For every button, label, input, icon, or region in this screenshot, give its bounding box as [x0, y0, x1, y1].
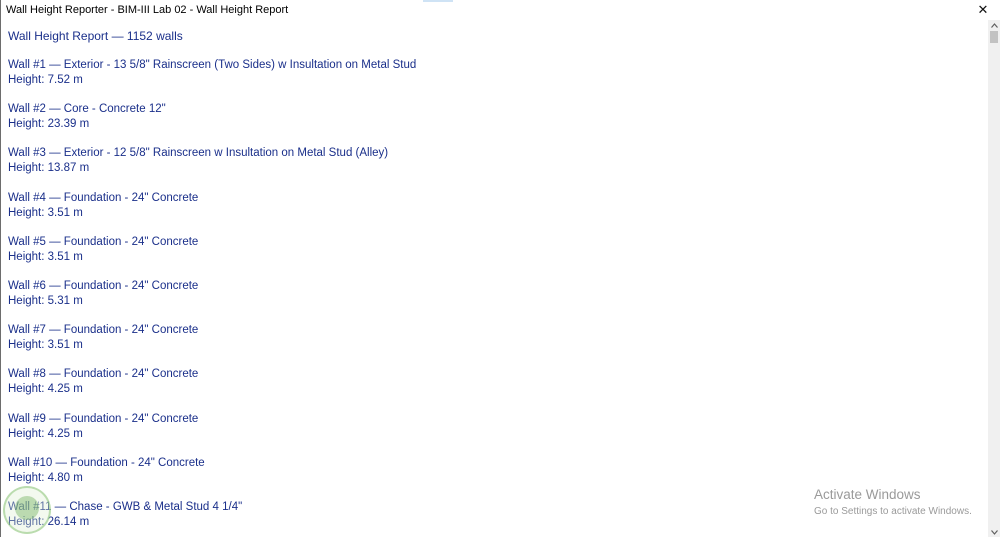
title-bar[interactable]: Wall Height Reporter - BIM-III Lab 02 - … — [1, 0, 1000, 20]
wall-height: Height: 4.25 m — [8, 383, 83, 396]
close-button[interactable]: ✕ — [966, 0, 1000, 20]
app-logo-icon — [3, 486, 51, 534]
window-title: Wall Height Reporter - BIM-III Lab 02 - … — [6, 4, 289, 16]
wall-title: Wall #4 — Foundation - 24" Concrete — [8, 191, 199, 204]
wall-height: Height: 13.87 m — [8, 162, 90, 175]
list-item: Wall #7 — Foundation - 24" Concrete Heig… — [8, 323, 416, 367]
activation-subtitle: Go to Settings to activate Windows. — [814, 506, 972, 517]
vertical-scrollbar[interactable] — [988, 20, 1000, 537]
activation-watermark: Activate Windows Go to Settings to activ… — [814, 487, 972, 519]
wall-height: Height: 3.51 m — [8, 206, 83, 219]
list-item: Wall #8 — Foundation - 24" Concrete Heig… — [8, 367, 416, 411]
chevron-down-icon — [990, 529, 998, 535]
chevron-up-icon — [990, 22, 998, 28]
title-bar-highlight — [423, 0, 453, 2]
list-item: Wall #2 — Core - Concrete 12" Height: 23… — [8, 102, 416, 146]
list-item: Wall #6 — Foundation - 24" Concrete Heig… — [8, 279, 416, 323]
wall-height: Height: 3.51 m — [8, 250, 83, 263]
app-logo-mark — [15, 496, 39, 520]
report-window: Wall Height Reporter - BIM-III Lab 02 - … — [0, 0, 1000, 537]
wall-height: Height: 3.51 m — [8, 339, 83, 352]
list-item: Wall #5 — Foundation - 24" Concrete Heig… — [8, 235, 416, 279]
wall-height: Height: 23.39 m — [8, 118, 90, 131]
list-item: Wall #9 — Foundation - 24" Concrete Heig… — [8, 412, 416, 456]
scroll-up-button[interactable] — [988, 20, 1000, 30]
list-item: Wall #11 — Chase - GWB & Metal Stud 4 1/… — [8, 500, 416, 537]
wall-height: Height: 4.80 m — [8, 471, 83, 484]
wall-title: Wall #11 — Chase - GWB & Metal Stud 4 1/… — [8, 500, 243, 513]
wall-title: Wall #10 — Foundation - 24" Concrete — [8, 456, 205, 469]
list-item: Wall #4 — Foundation - 24" Concrete Heig… — [8, 191, 416, 235]
wall-title: Wall #7 — Foundation - 24" Concrete — [8, 324, 199, 337]
wall-height: Height: 4.25 m — [8, 427, 83, 440]
scroll-thumb[interactable] — [990, 31, 998, 43]
close-icon: ✕ — [977, 2, 989, 17]
wall-title: Wall #1 — Exterior - 13 5/8" Rainscreen … — [8, 59, 417, 71]
activation-title: Activate Windows — [814, 487, 921, 502]
wall-list: Wall #1 — Exterior - 13 5/8" Rainscreen … — [8, 58, 416, 537]
list-item: Wall #1 — Exterior - 13 5/8" Rainscreen … — [8, 58, 416, 102]
report-header: Wall Height Report — 1152 walls — [8, 29, 183, 43]
wall-height: Height: 26.14 m — [8, 515, 90, 528]
list-item: Wall #10 — Foundation - 24" Concrete Hei… — [8, 456, 416, 500]
wall-height: Height: 7.52 m — [8, 74, 83, 86]
wall-title: Wall #3 — Exterior - 12 5/8" Rainscreen … — [8, 147, 389, 160]
wall-title: Wall #2 — Core - Concrete 12" — [8, 103, 166, 116]
report-content: Wall Height Report — 1152 walls Wall #1 … — [1, 20, 989, 537]
wall-title: Wall #8 — Foundation - 24" Concrete — [8, 368, 199, 381]
wall-title: Wall #5 — Foundation - 24" Concrete — [8, 235, 199, 248]
scroll-down-button[interactable] — [988, 527, 1000, 537]
wall-title: Wall #6 — Foundation - 24" Concrete — [8, 279, 199, 292]
list-item: Wall #3 — Exterior - 12 5/8" Rainscreen … — [8, 146, 416, 190]
wall-title: Wall #9 — Foundation - 24" Concrete — [8, 412, 199, 425]
wall-height: Height: 5.31 m — [8, 294, 83, 307]
